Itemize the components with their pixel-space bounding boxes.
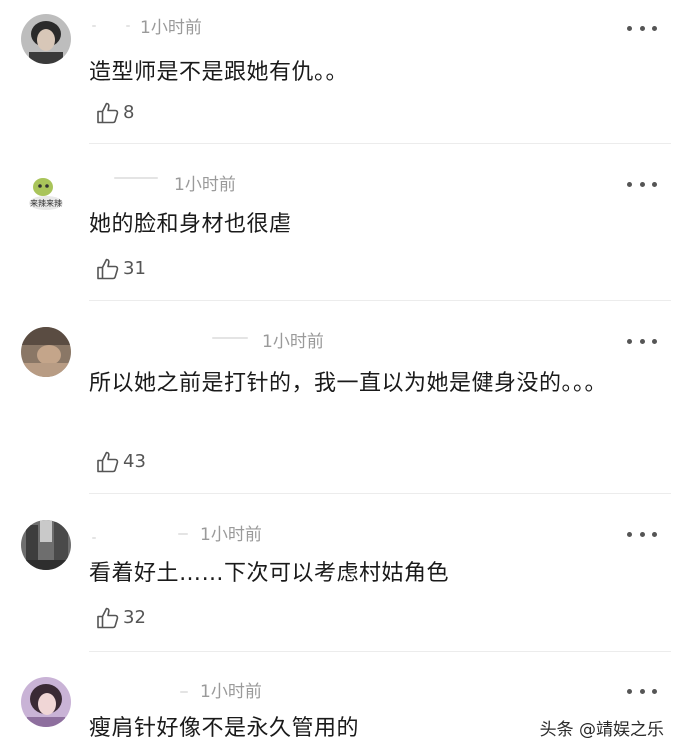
comment-time: 1小时前 (200, 525, 262, 545)
comment-time: 1小时前 (174, 175, 236, 195)
divider (89, 493, 671, 494)
like-count: 8 (123, 102, 135, 123)
comment-time: 1小时前 (200, 682, 262, 702)
more-options-button[interactable] (627, 336, 657, 346)
user-avatar[interactable] (21, 327, 71, 377)
more-dot (652, 181, 657, 187)
comment-text: 造型师是不是跟她有仇。。 (89, 60, 349, 85)
more-options-button[interactable] (627, 23, 657, 33)
more-dot (627, 688, 632, 694)
more-dot (652, 25, 657, 31)
like-button[interactable]: 8 (96, 100, 134, 126)
thumbs-up-icon (97, 451, 119, 473)
username[interactable] (178, 533, 188, 535)
more-dot (639, 25, 645, 31)
comment-text: 她的脸和身材也很虐 (89, 212, 292, 237)
username[interactable] (114, 177, 158, 179)
comment-text: 看着好土……下次可以考虑村姑角色 (89, 561, 450, 586)
more-options-button[interactable] (627, 529, 657, 539)
more-dot (652, 688, 657, 694)
comment-text: 所以她之前是打针的，我一直以为她是健身没的。。。 (89, 371, 608, 396)
more-dot (652, 531, 657, 537)
comment-time: 1小时前 (140, 18, 202, 38)
watermark: 头条 @靖娱之乐 (536, 714, 667, 741)
user-avatar[interactable] (21, 14, 71, 64)
user-avatar[interactable] (21, 677, 71, 727)
thumbs-up-icon (97, 258, 119, 280)
more-dot (627, 181, 632, 187)
divider (89, 651, 671, 652)
like-count: 43 (123, 451, 146, 472)
more-options-button[interactable] (627, 686, 657, 696)
username[interactable] (126, 25, 130, 27)
comment-item: 1小时前 看着好土……下次可以考虑村姑角色 32 (0, 500, 683, 655)
user-avatar[interactable]: 来辣来辣 (21, 170, 71, 220)
more-dot (639, 688, 645, 694)
thumbs-up-icon (97, 102, 119, 124)
more-dot (639, 531, 645, 537)
divider (89, 143, 671, 144)
like-count: 31 (123, 258, 146, 279)
more-dot (627, 531, 632, 537)
like-button[interactable]: 32 (96, 605, 146, 631)
username[interactable] (212, 337, 248, 339)
avatar-label: 来辣来辣 (30, 198, 62, 208)
like-button[interactable]: 31 (96, 256, 146, 282)
like-count: 32 (123, 607, 146, 628)
thumbs-up-icon (97, 607, 119, 629)
more-dot (639, 338, 645, 344)
divider (89, 300, 671, 301)
user-avatar[interactable] (21, 520, 71, 570)
like-button[interactable]: 43 (96, 449, 146, 475)
more-dot (627, 25, 632, 31)
more-dot (639, 181, 645, 187)
username[interactable] (92, 25, 96, 27)
comment-item: 1小时前 造型师是不是跟她有仇。。 8 (0, 0, 683, 150)
more-options-button[interactable] (627, 179, 657, 189)
username[interactable] (180, 691, 188, 693)
more-dot (627, 338, 632, 344)
username[interactable] (92, 537, 96, 539)
more-dot (652, 338, 657, 344)
comment-time: 1小时前 (262, 332, 324, 352)
comment-item: 1小时前 所以她之前是打针的，我一直以为她是健身没的。。。 43 (0, 307, 683, 495)
comment-item: 来辣来辣 1小时前 她的脸和身材也很虐 31 (0, 150, 683, 301)
